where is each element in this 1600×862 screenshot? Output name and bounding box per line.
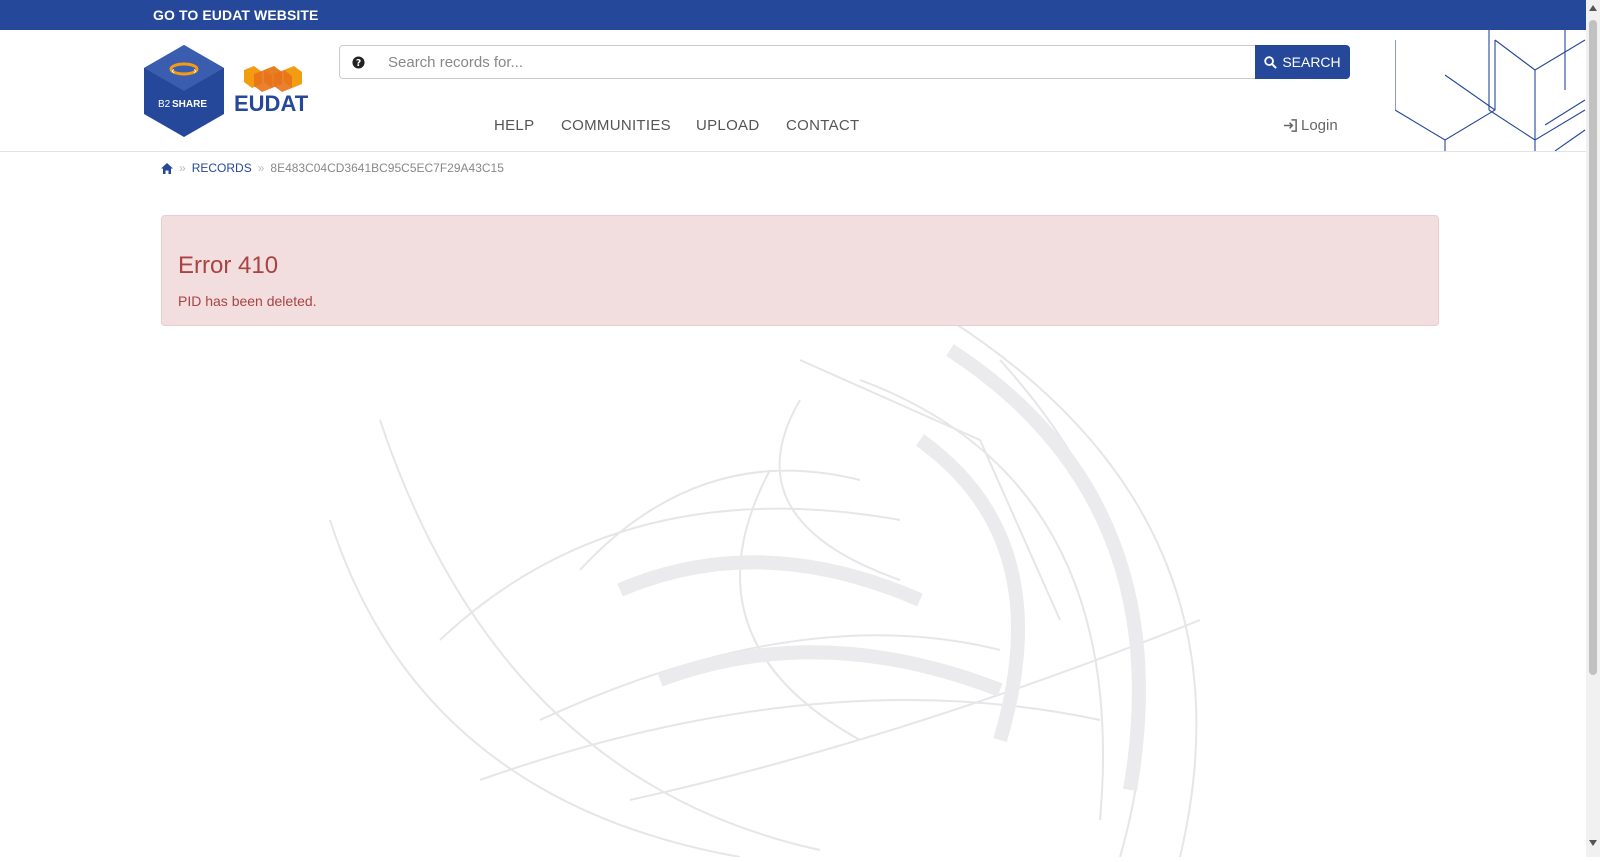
nav-communities[interactable]: COMMUNITIES <box>561 117 671 134</box>
eudat-logo-text: EUDAT <box>234 91 309 114</box>
nav-contact[interactable]: CONTACT <box>786 117 859 134</box>
breadcrumb-separator: » <box>179 161 186 175</box>
login-label: Login <box>1301 117 1338 134</box>
breadcrumb-separator: » <box>257 161 265 175</box>
background-illustration <box>300 319 1260 862</box>
search-icon <box>1264 55 1278 69</box>
nav-upload[interactable]: UPLOAD <box>696 117 760 134</box>
error-alert: Error 410 PID has been deleted. <box>161 215 1439 326</box>
search-input[interactable] <box>376 45 1256 79</box>
svg-text:‹: ‹ <box>171 66 175 77</box>
home-icon[interactable] <box>161 162 173 174</box>
nav-help[interactable]: HELP <box>494 117 534 134</box>
top-banner: GO TO EUDAT WEBSITE <box>0 0 1586 30</box>
scroll-up-arrow-icon[interactable] <box>1589 5 1597 11</box>
question-circle-icon: ? <box>351 55 365 68</box>
error-title: Error 410 <box>178 252 279 279</box>
error-message: PID has been deleted. <box>178 293 317 309</box>
eudat-website-link[interactable]: GO TO EUDAT WEBSITE <box>153 7 319 23</box>
svg-text:›: › <box>193 66 197 77</box>
svg-text:?: ? <box>355 57 360 68</box>
breadcrumb: » RECORDS » 8E483C04CD3641BC95C5EC7F29A4… <box>161 161 504 175</box>
login-link[interactable]: Login <box>1283 117 1338 134</box>
b2share-logo[interactable]: ‹ › B2 SHARE <box>144 45 224 142</box>
breadcrumb-records[interactable]: RECORDS <box>192 161 252 175</box>
decorative-cube-pattern <box>1394 30 1586 156</box>
search-bar: ? SEARCH <box>339 45 1350 79</box>
b2share-logo-share: SHARE <box>172 99 207 110</box>
search-button-label: SEARCH <box>1282 54 1341 70</box>
breadcrumb-current: 8E483C04CD3641BC95C5EC7F29A43C15 <box>270 161 504 175</box>
scrollbar-thumb[interactable] <box>1589 20 1597 675</box>
sign-in-icon <box>1283 119 1297 132</box>
page-scrollbar[interactable] <box>1586 0 1600 857</box>
search-button[interactable]: SEARCH <box>1255 45 1350 79</box>
eudat-logo[interactable]: EUDAT <box>234 66 312 119</box>
search-help-button[interactable]: ? <box>339 45 377 79</box>
scroll-down-arrow-icon[interactable] <box>1589 840 1597 846</box>
b2share-logo-b2: B2 <box>158 99 171 110</box>
